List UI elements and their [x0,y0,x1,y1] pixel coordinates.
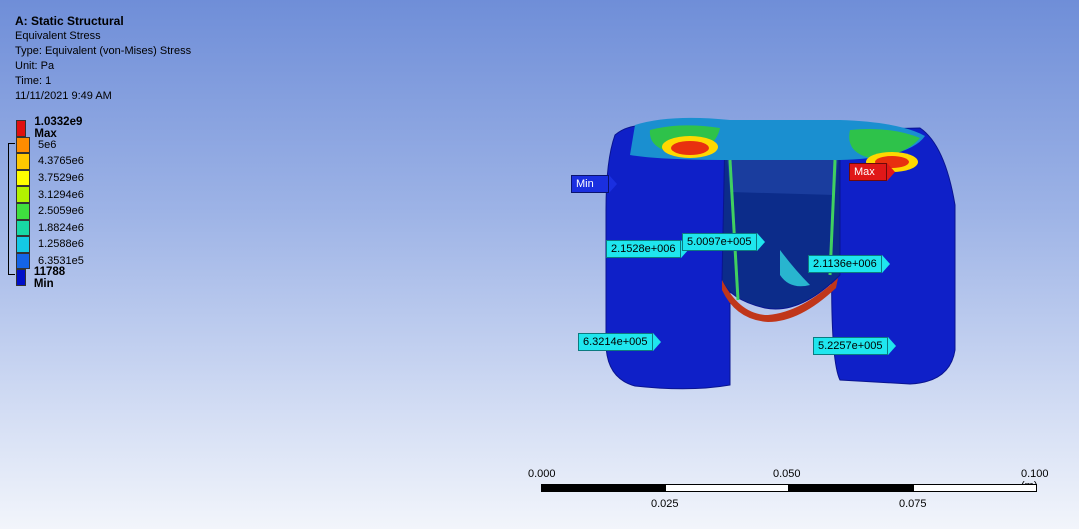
legend-swatch [16,252,30,270]
result-time: Time: 1 [15,75,52,87]
legend-swatch [16,186,30,203]
scale-segment [789,484,913,492]
probe-label[interactable]: 5.2257e+005 [813,337,896,355]
legend-row: 5e6 [16,136,57,154]
legend-row: 2.5059e6 [16,203,84,220]
legend-row: 3.7529e6 [16,169,84,187]
min-marker-tag[interactable]: Min [571,175,617,193]
legend-bracket [8,143,15,275]
legend-swatch [16,219,30,237]
legend-label: 1.2588e6 [38,238,84,251]
result-info: A: Static Structural Equivalent Stress T… [15,14,191,104]
legend-row: 1.2588e6 [16,236,84,253]
scale-label: 0.025 [651,498,679,510]
legend-swatch [16,153,30,170]
legend-swatch [16,236,30,253]
legend-row: 3.1294e6 [16,186,84,203]
probe-label[interactable]: 2.1136e+006 [808,255,890,273]
result-unit: Unit: Pa [15,60,55,72]
legend-label: 2.5059e6 [38,205,84,218]
scale-segment [665,484,789,492]
legend-swatch [16,136,30,154]
probe-label[interactable]: 2.1528e+006 [606,240,689,258]
probe-label[interactable]: 6.3214e+005 [578,333,661,351]
scale-segment [541,484,665,492]
legend-swatch [16,120,27,137]
max-marker-tag[interactable]: Max [849,163,895,181]
analysis-title: A: Static Structural [15,14,124,28]
legend-row: 1.8824e6 [16,219,84,237]
legend-label: 5e6 [38,138,57,151]
scale-bar: 0.000 0.050 0.100 (m) 0.025 0.075 [528,468,1061,518]
probe-label[interactable]: 5.0097e+005 [682,233,765,251]
legend-label: 4.3765e6 [38,155,84,168]
legend-swatch [16,203,30,220]
legend-row-max: 1.0332e9 Max [16,116,86,140]
scale-label: 0.075 [899,498,927,510]
scale-label: 0.000 [528,468,556,480]
legend-row: 4.3765e6 [16,153,84,170]
result-name: Equivalent Stress [15,30,101,42]
legend-label: 3.1294e6 [38,188,84,201]
legend-swatch [16,169,30,187]
scale-label: 0.050 [773,468,801,480]
legend-label: 1.8824e6 [38,221,84,234]
scale-segment [913,484,1037,492]
legend-label: 3.7529e6 [38,172,84,185]
legend-label: 11788 Min [33,265,66,290]
legend-row-min: 11788 Min [16,266,69,290]
result-type: Type: Equivalent (von-Mises) Stress [15,45,192,57]
legend-swatch [16,269,26,286]
result-date: 11/11/2021 9:49 AM [15,90,112,102]
